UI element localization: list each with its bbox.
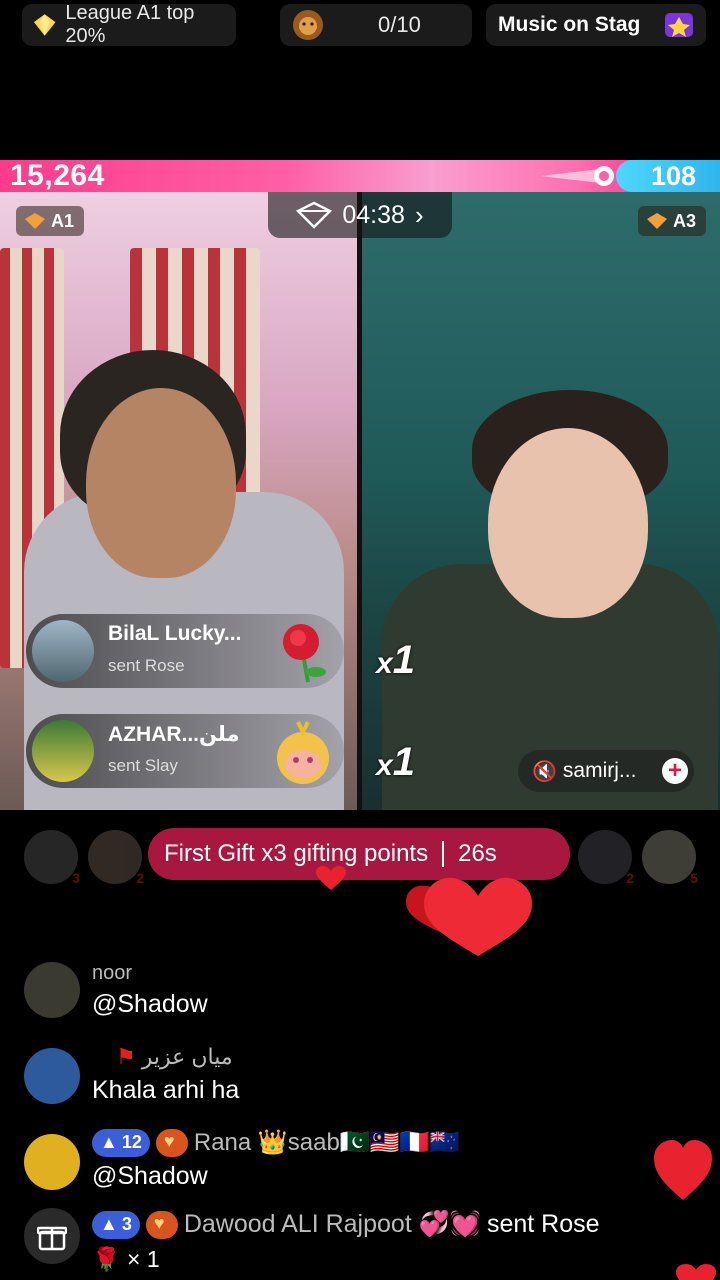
diamond-icon [33,14,56,36]
music-on-stage-pill[interactable]: Music on Stag [486,4,706,46]
guest-pill[interactable]: 🔇 samirj... + [518,750,694,792]
chat-username: noor [92,962,133,984]
gift-button[interactable] [24,1208,80,1264]
opponent-rank-badge: A3 [637,206,706,236]
person-face [488,428,648,618]
goal-count: 0/10 [378,12,421,37]
top-viewer-avatar[interactable]: 5 [642,830,698,886]
avatar [32,720,94,782]
host-score: 15,264 [10,159,105,192]
heart-icon [676,1264,716,1280]
rose-icon: 🌹 [92,1246,121,1272]
league-pill[interactable]: League A1 top 20% [22,2,236,47]
gift-notification[interactable]: BilaL Lucky... sent Rose [26,614,344,688]
chevron-right-icon: › [414,199,424,230]
heart-icon [316,866,346,890]
diamond-icon [296,201,333,229]
chat-username: ▲ 12 Rana 👑saab🇵🇰🇲🇾🇫🇷🇳🇿 [92,1128,459,1157]
music-label: Music on Stag [498,13,641,36]
chat-message[interactable]: ▲ 12 Rana 👑saab🇵🇰🇲🇾🇫🇷🇳🇿 @Shadow [24,1128,664,1192]
person-face [86,388,236,578]
fan-badge [155,1128,188,1157]
chat-message[interactable]: ⚑ میاں عزیر Khala arhi ha [24,1044,664,1106]
gift-sender-name: AZHAR...ملن [108,723,240,746]
chat-text: @Shadow [92,990,208,1018]
gift-action: sent Rose [108,656,185,675]
battle-timer[interactable]: 04:38 › [268,192,452,238]
chat-username: ⚑ میاں عزیر [116,1044,233,1069]
avatar [24,1134,80,1190]
chat-gift-message[interactable]: ▲ 3 Dawood ALI Rajpoot 💞💓 sent Rose 🌹 × … [24,1210,694,1272]
rose-icon [283,624,326,683]
opponent-score: 108 [650,161,696,191]
fan-badge [145,1210,178,1239]
guest-name: samirj... [562,759,637,782]
diamond-icon [646,213,667,229]
battle-score-bar: 15,264 108 [0,160,720,192]
follow-plus-button[interactable]: + [662,758,688,784]
muted-speaker-icon: 🔇 [532,760,557,783]
combo-counter: x1 [376,638,415,682]
gift-box-icon [37,1226,67,1251]
level-badge: ▲ 12 [92,1128,150,1157]
banner-countdown: 26s [458,840,497,867]
top-viewer-avatar[interactable]: 3 [24,830,80,886]
music-stage-icon [665,13,693,37]
avatar [24,1048,80,1104]
host-rank-badge: A1 [16,206,85,236]
banner-separator [442,841,445,867]
chat-text: @Shadow [92,1162,208,1190]
goal-counter-pill[interactable]: 0/10 [280,4,472,46]
red-flag-icon: ⚑ [116,1044,136,1069]
heart-icon [654,1140,712,1200]
lion-icon [293,10,323,40]
top-viewer-avatar[interactable]: 2 [88,830,144,886]
gift-action: sent Slay [108,756,178,775]
chat-text: 🌹 × 1 [92,1246,160,1272]
diamond-icon [25,213,45,229]
league-label: League A1 top 20% [65,2,195,47]
slay-sticker-icon [277,721,329,784]
chat-message[interactable]: noor @Shadow [24,962,664,1022]
chat-username: ▲ 3 Dawood ALI Rajpoot 💞💓 sent Rose [92,1210,600,1239]
heart-icon [406,877,532,956]
level-badge: ▲ 3 [92,1210,140,1239]
top-viewer-avatar[interactable]: 2 [578,830,634,886]
chat-gift-action: sent Rose [486,1210,600,1238]
gift-sender-name: BilaL Lucky... [108,622,242,645]
comet-icon [540,166,614,186]
banner-text: First Gift x3 gifting points [164,840,429,867]
chat-text: Khala arhi ha [92,1076,240,1104]
opponent-video-panel[interactable]: A3 🔇 samirj... + [362,192,720,810]
gift-notification[interactable]: AZHAR...ملن sent Slay [26,714,344,788]
timer-text: 04:38 [342,200,405,229]
combo-counter: x1 [376,740,415,784]
top-bar: League A1 top 20% 0/10 Music on Stag [0,0,720,50]
avatar [32,620,94,682]
avatar [24,962,80,1018]
